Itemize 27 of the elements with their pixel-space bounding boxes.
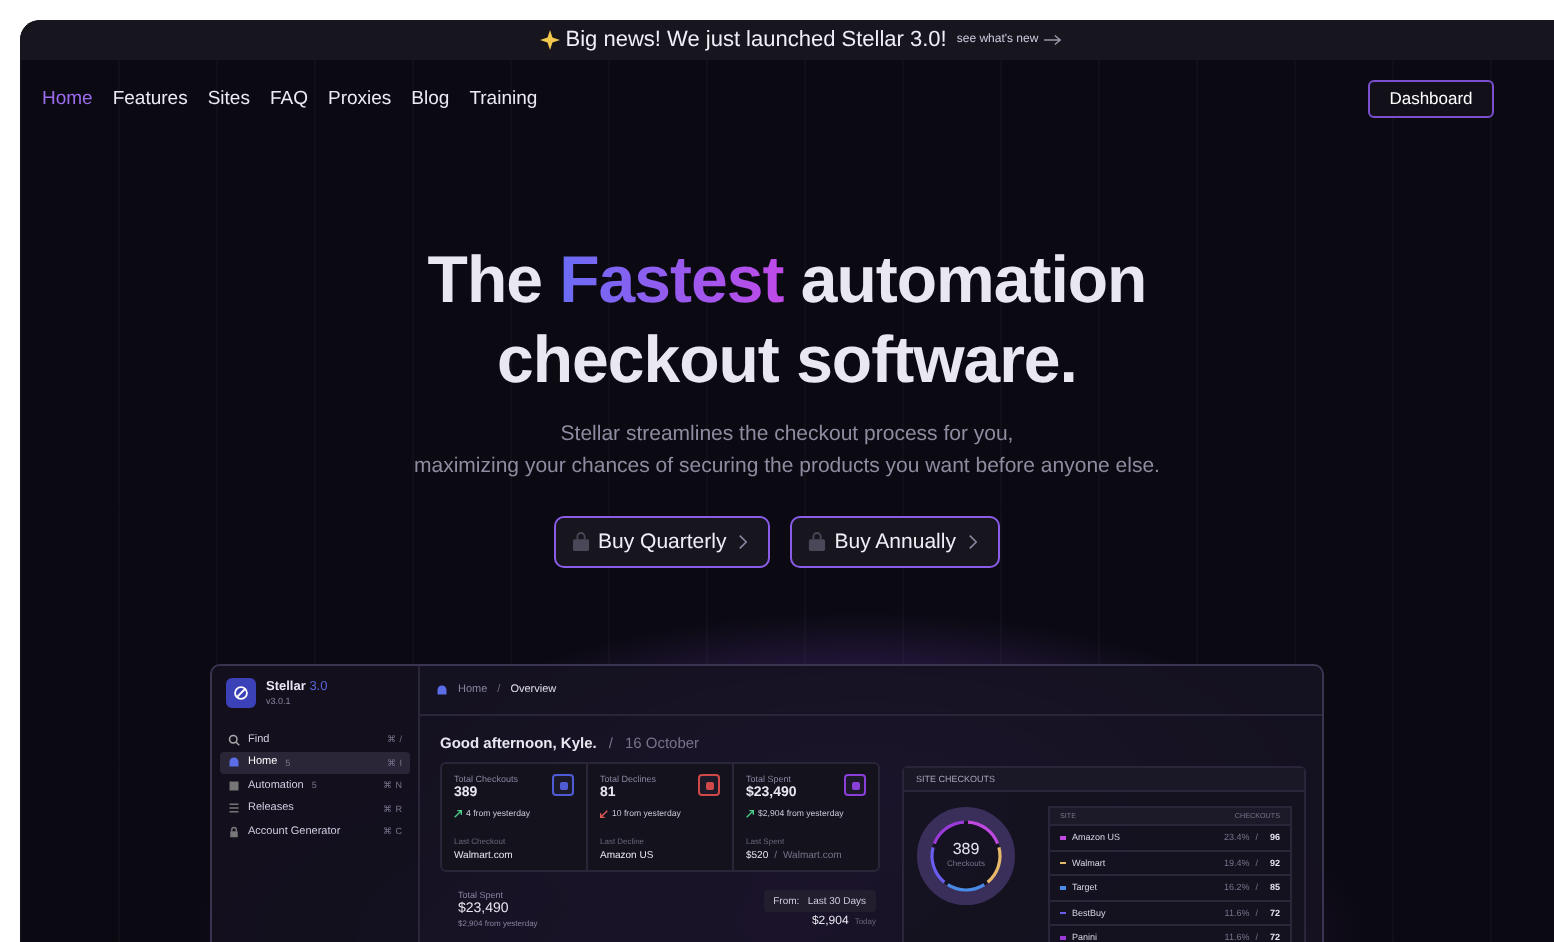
dashboard-button[interactable]: Dashboard xyxy=(1368,79,1494,117)
search-icon xyxy=(228,733,240,746)
nav-link[interactable]: Blog xyxy=(411,87,450,109)
trend-down-icon xyxy=(600,809,608,817)
nav-link[interactable]: Home xyxy=(42,87,93,109)
grid-icon xyxy=(228,779,240,792)
lock-icon xyxy=(228,825,240,838)
hero-subtitle: Stellar streamlines the checkout process for you, maximizing your chances of securing the products you want before anyone else. xyxy=(412,420,1162,482)
buy-button[interactable]: Buy Quarterly xyxy=(554,516,771,568)
nav-link[interactable]: Proxies xyxy=(327,87,392,109)
nav-link[interactable]: Sites xyxy=(207,87,250,109)
chevron-right-icon xyxy=(967,534,978,550)
announcement-text: Big news! We just launched Stellar 3.0! xyxy=(565,28,947,52)
trend-up-icon xyxy=(454,809,462,817)
chevron-right-icon xyxy=(738,534,749,550)
hero-title: The Fastest automation checkout software. xyxy=(425,240,1149,400)
arrow-right-icon xyxy=(1044,34,1063,46)
donut-drawing xyxy=(916,806,1016,906)
nav-link[interactable]: FAQ xyxy=(269,87,308,109)
nav-link[interactable]: Features xyxy=(112,87,188,109)
star-icon xyxy=(539,30,560,50)
donut-total: 389 xyxy=(950,840,982,858)
app-logo-icon xyxy=(226,678,256,708)
buy-button[interactable]: Buy Annually xyxy=(790,516,1000,568)
trend-up-icon xyxy=(746,809,754,817)
nav-link[interactable]: Training xyxy=(469,87,538,109)
list-icon xyxy=(228,802,240,815)
